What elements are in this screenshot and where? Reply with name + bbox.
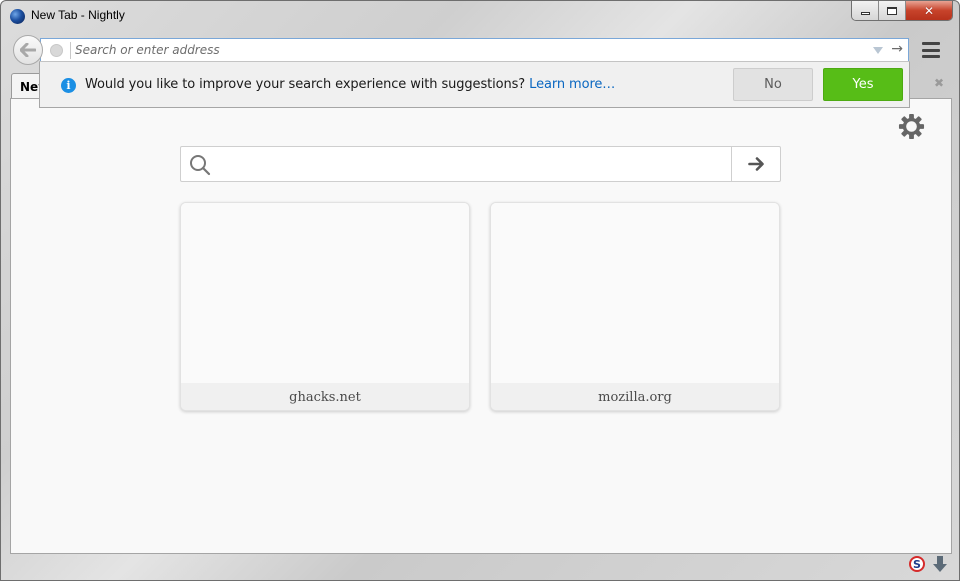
yes-button[interactable]: Yes [823, 68, 903, 101]
minimize-button[interactable] [852, 1, 879, 20]
menu-line [922, 42, 940, 45]
newtab-search-input[interactable] [219, 151, 725, 177]
url-bar[interactable]: → [40, 38, 909, 62]
newtab-search-box [180, 146, 781, 182]
tile-thumbnail [181, 203, 469, 383]
no-button[interactable]: No [733, 68, 813, 101]
tile-title: ghacks.net [181, 383, 469, 410]
learn-more-link[interactable]: Learn more… [529, 77, 615, 92]
window-title: New Tab - Nightly [31, 8, 125, 22]
search-icon [190, 155, 211, 176]
noscript-icon[interactable]: S [909, 556, 925, 572]
status-bar [10, 554, 952, 581]
gear-icon[interactable] [898, 113, 925, 140]
history-dropdown-icon[interactable] [873, 47, 883, 54]
menu-line [922, 55, 940, 58]
close-icon: ✕ [923, 3, 935, 18]
minimize-icon [860, 11, 870, 15]
notification-text: Would you like to improve your search ex… [85, 77, 526, 92]
info-icon: i [61, 78, 76, 93]
top-site-tile[interactable]: mozilla.org [490, 202, 780, 411]
window-controls: ✕ [851, 1, 953, 21]
site-identity-globe-icon[interactable] [50, 44, 63, 57]
search-submit-button[interactable] [731, 146, 781, 182]
go-arrow-icon[interactable]: → [891, 41, 903, 57]
address-input[interactable] [75, 41, 855, 59]
close-window-button[interactable]: ✕ [906, 1, 952, 20]
tile-title: mozilla.org [491, 383, 779, 410]
title-bar: New Tab - Nightly ✕ [1, 1, 959, 31]
maximize-button[interactable] [879, 1, 906, 20]
top-site-tile[interactable]: ghacks.net [180, 202, 470, 411]
tile-thumbnail [491, 203, 779, 383]
notification-message: Would you like to improve your search ex… [85, 77, 615, 92]
menu-line [922, 48, 940, 52]
close-tab-icon[interactable]: ✖ [934, 76, 944, 90]
download-arrow-icon[interactable] [932, 555, 948, 573]
url-separator [70, 42, 71, 59]
nightly-logo-icon [10, 9, 25, 24]
arrow-right-icon [748, 157, 764, 171]
maximize-icon [887, 6, 897, 15]
hamburger-menu-icon[interactable] [922, 42, 940, 58]
search-suggestions-notification: i Would you like to improve your search … [39, 61, 910, 108]
arrow-left-icon [20, 43, 36, 57]
